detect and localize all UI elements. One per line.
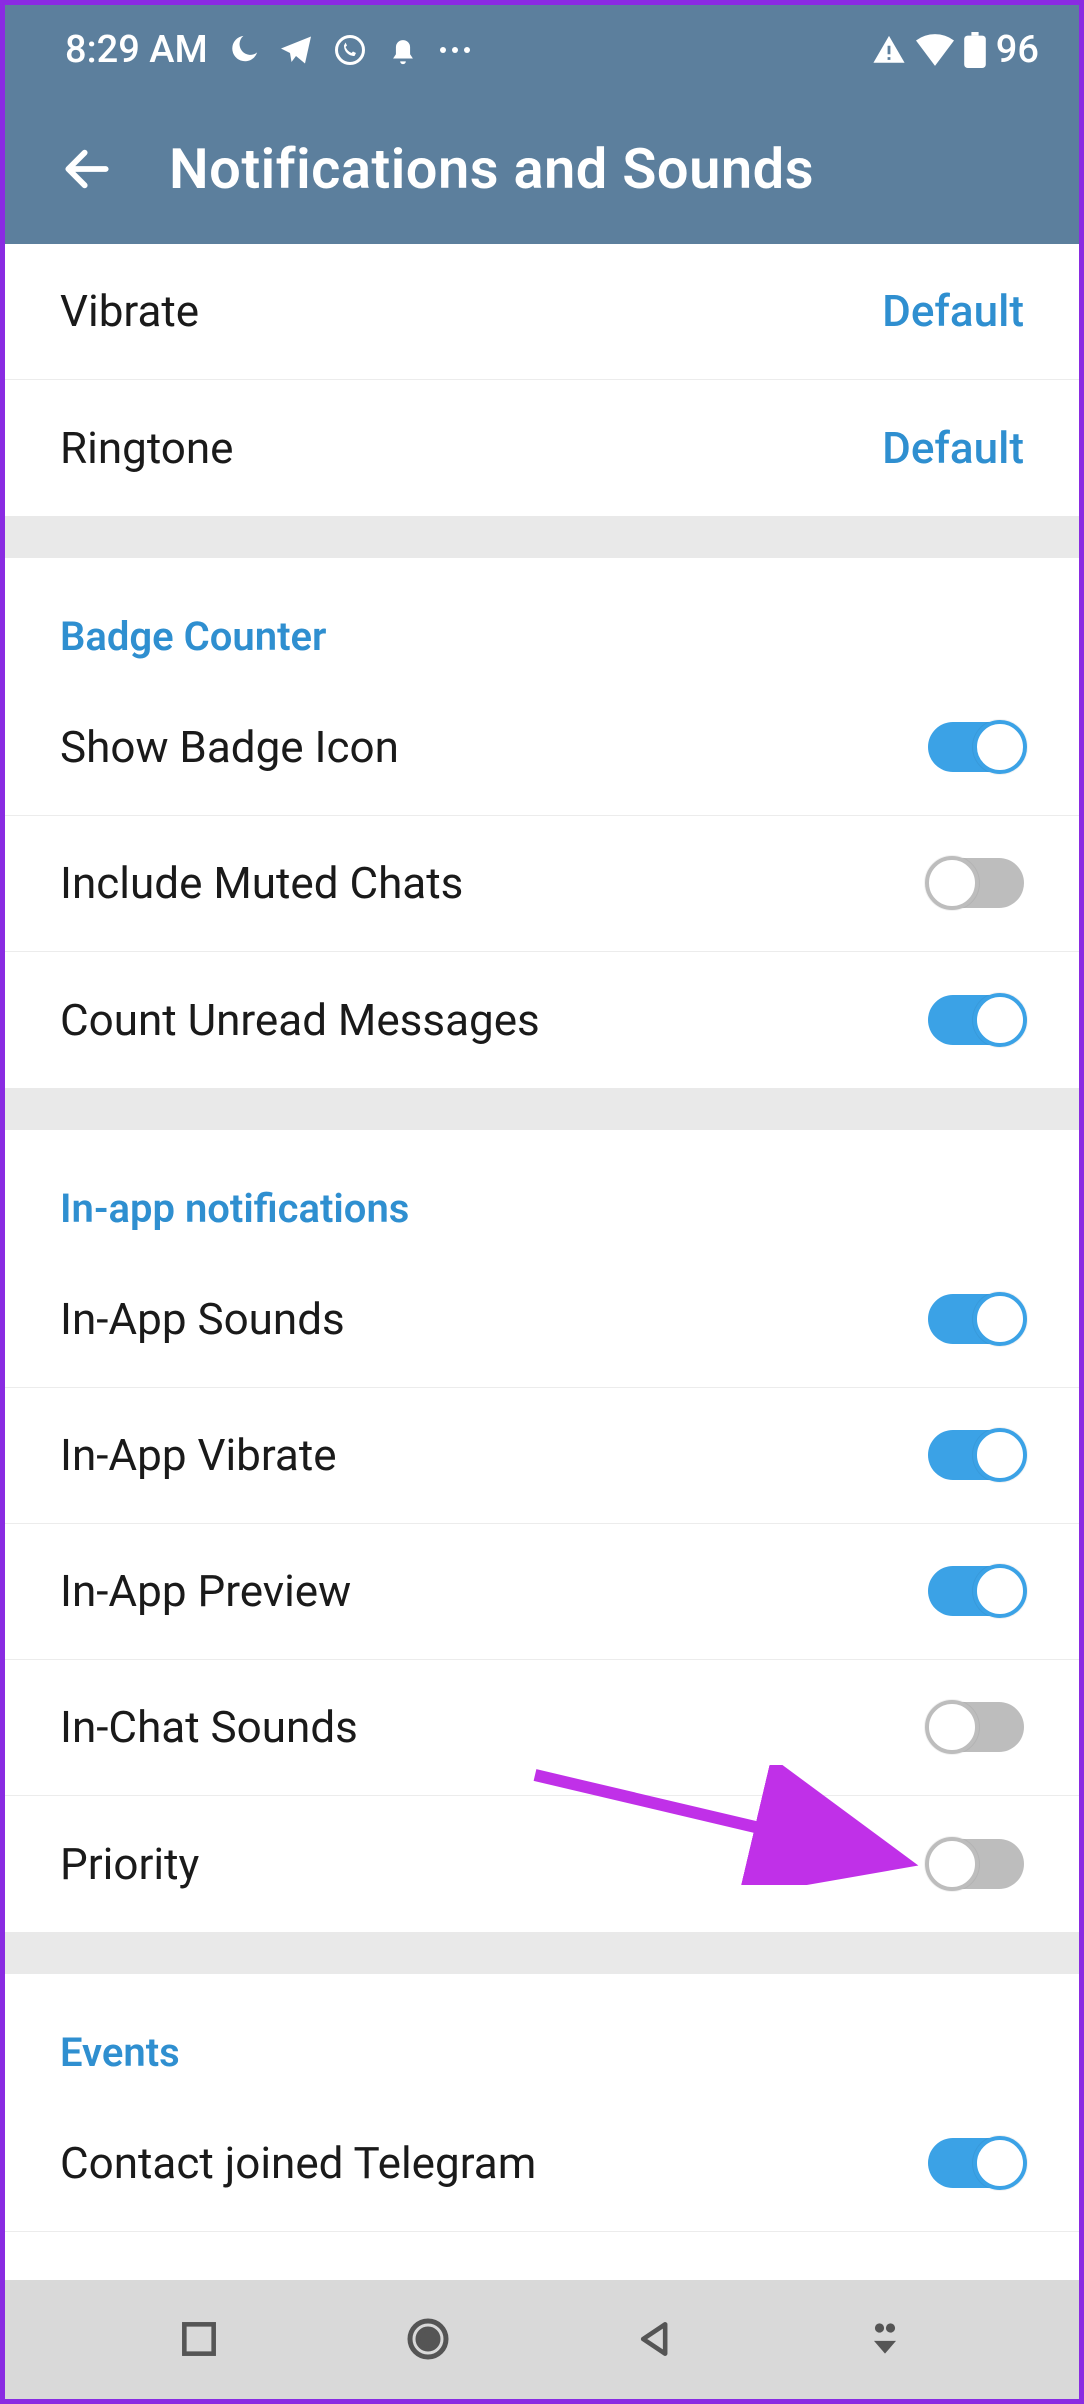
app-bar: Notifications and Sounds xyxy=(5,94,1079,243)
battery-icon xyxy=(964,32,986,68)
inchat-sounds-label: In-Chat Sounds xyxy=(60,1701,358,1753)
home-button[interactable] xyxy=(398,2309,458,2369)
battery-level: 96 xyxy=(996,28,1039,72)
more-icon xyxy=(438,45,472,55)
contact-joined-toggle[interactable] xyxy=(928,2138,1024,2188)
back-nav-button[interactable] xyxy=(626,2309,686,2369)
system-nav-bar xyxy=(5,2280,1079,2399)
row-show-badge-icon[interactable]: Show Badge Icon xyxy=(5,680,1079,816)
dnd-icon xyxy=(226,33,260,67)
inapp-preview-label: In-App Preview xyxy=(60,1565,351,1617)
section-badge-counter: Badge Counter Show Badge Icon Include Mu… xyxy=(5,558,1079,1088)
recents-button[interactable] xyxy=(169,2309,229,2369)
status-time: 8:29 AM xyxy=(65,28,208,72)
warning-icon xyxy=(872,33,906,67)
whatsapp-icon xyxy=(332,32,368,68)
count-unread-label: Count Unread Messages xyxy=(60,994,540,1046)
events-header: Events xyxy=(5,1974,1079,2096)
page-title: Notifications and Sounds xyxy=(169,136,814,202)
telegram-icon xyxy=(278,32,314,68)
inapp-vibrate-toggle[interactable] xyxy=(928,1430,1024,1480)
section-inapp: In-app notifications In-App Sounds In-Ap… xyxy=(5,1130,1079,1932)
include-muted-label: Include Muted Chats xyxy=(60,857,463,909)
priority-toggle[interactable] xyxy=(928,1839,1024,1889)
wifi-icon xyxy=(916,33,954,67)
section-events: Events Contact joined Telegram xyxy=(5,1974,1079,2280)
inapp-vibrate-label: In-App Vibrate xyxy=(60,1429,337,1481)
section-sounds: Vibrate Default Ringtone Default xyxy=(5,244,1079,516)
keyboard-hide-button[interactable] xyxy=(855,2309,915,2369)
inapp-sounds-toggle[interactable] xyxy=(928,1294,1024,1344)
inapp-sounds-label: In-App Sounds xyxy=(60,1293,345,1345)
row-inapp-sounds[interactable]: In-App Sounds xyxy=(5,1252,1079,1388)
row-inapp-preview[interactable]: In-App Preview xyxy=(5,1524,1079,1660)
include-muted-toggle[interactable] xyxy=(928,858,1024,908)
row-contact-joined[interactable]: Contact joined Telegram xyxy=(5,2096,1079,2232)
settings-content[interactable]: Vibrate Default Ringtone Default Badge C… xyxy=(5,244,1079,2280)
ringtone-value: Default xyxy=(882,422,1024,474)
row-inchat-sounds[interactable]: In-Chat Sounds xyxy=(5,1660,1079,1796)
row-partial-cut[interactable] xyxy=(5,2232,1079,2280)
vibrate-label: Vibrate xyxy=(60,285,199,337)
row-include-muted[interactable]: Include Muted Chats xyxy=(5,816,1079,952)
vibrate-value: Default xyxy=(882,285,1024,337)
show-badge-toggle[interactable] xyxy=(928,722,1024,772)
inapp-preview-toggle[interactable] xyxy=(928,1566,1024,1616)
contact-joined-label: Contact joined Telegram xyxy=(60,2137,536,2189)
row-ringtone[interactable]: Ringtone Default xyxy=(5,380,1079,516)
badge-counter-header: Badge Counter xyxy=(5,558,1079,680)
row-count-unread[interactable]: Count Unread Messages xyxy=(5,952,1079,1088)
inapp-header: In-app notifications xyxy=(5,1130,1079,1252)
ringtone-label: Ringtone xyxy=(60,422,234,474)
notification-icon xyxy=(386,33,420,67)
inchat-sounds-toggle[interactable] xyxy=(928,1702,1024,1752)
row-inapp-vibrate[interactable]: In-App Vibrate xyxy=(5,1388,1079,1524)
show-badge-label: Show Badge Icon xyxy=(60,721,399,773)
row-priority[interactable]: Priority xyxy=(5,1796,1079,1932)
back-button[interactable] xyxy=(55,137,119,201)
status-bar: 8:29 AM xyxy=(5,5,1079,94)
count-unread-toggle[interactable] xyxy=(928,995,1024,1045)
priority-label: Priority xyxy=(60,1838,199,1890)
row-vibrate[interactable]: Vibrate Default xyxy=(5,244,1079,380)
